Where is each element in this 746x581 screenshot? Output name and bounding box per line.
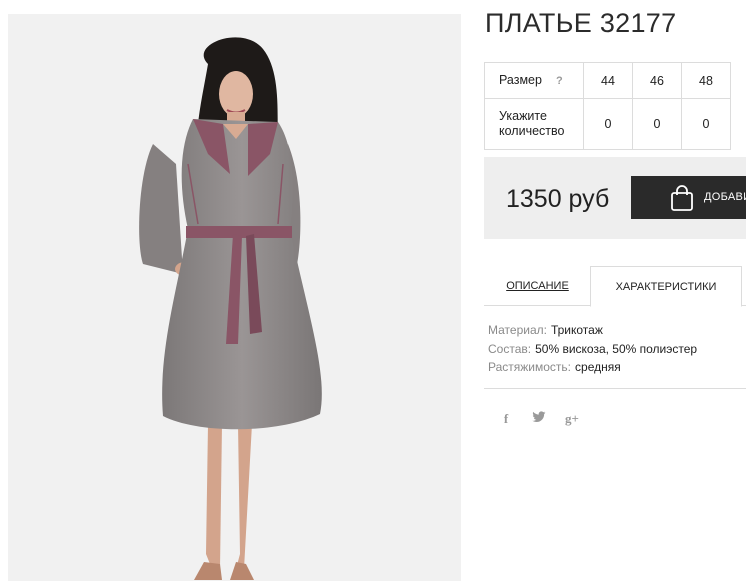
twitter-icon[interactable] [530,411,548,427]
divider [484,388,746,389]
quantity-label: Укажите количество [484,98,584,150]
quantity-input-48[interactable]: 0 [681,98,731,150]
help-icon[interactable]: ? [556,75,563,87]
size-46[interactable]: 46 [632,62,682,99]
price-panel: 1350 руб ДОБАВИТЬ [484,157,746,239]
product-tabs: ОПИСАНИЕ ХАРАКТЕРИСТИКИ [484,266,746,307]
spec-stretch: Растяжимость: средняя [488,358,697,377]
spec-key: Материал: [488,323,547,337]
price: 1350 руб [506,185,610,213]
tab-description[interactable]: ОПИСАНИЕ [484,266,591,306]
quantity-row: Укажите количество 0 0 0 [484,98,731,150]
spec-material: Материал: Трикотаж [488,321,697,340]
product-photo[interactable] [8,14,461,581]
googleplus-icon[interactable]: g+ [563,411,581,427]
spec-key: Состав: [488,341,532,356]
facebook-icon[interactable]: f [497,411,515,427]
twitter-bird-icon [532,411,546,423]
characteristics-list: Материал: Трикотаж Состав: 50% вискоза, 50… [488,321,697,377]
size-label: Размер [499,72,542,87]
size-48[interactable]: 48 [681,62,731,99]
spec-value: 50% вискоза, 50% полиэстер [535,341,698,356]
add-to-cart-button[interactable]: ДОБАВИТЬ [631,176,746,219]
size-table: Размер? 44 46 48 Укажите количество 0 0 … [484,62,731,150]
shopping-bag-icon [671,185,693,211]
size-label-cell: Размер? [484,62,584,99]
spec-value: Трикотаж [550,323,603,337]
spec-value: средняя [575,360,621,374]
size-44[interactable]: 44 [583,62,633,99]
quantity-input-46[interactable]: 0 [632,98,682,150]
add-to-cart-label: ДОБАВИТЬ [704,191,746,203]
quantity-input-44[interactable]: 0 [583,98,633,150]
spec-composition: Состав: 50% вискоза, 50% полиэстер [488,340,697,359]
product-title: ПЛАТЬЕ 32177 [485,8,677,38]
spec-key: Растяжимость: [488,360,572,374]
size-row: Размер? 44 46 48 [484,62,731,99]
dress-image [8,14,461,581]
tab-characteristics[interactable]: ХАРАКТЕРИСТИКИ [590,266,742,307]
